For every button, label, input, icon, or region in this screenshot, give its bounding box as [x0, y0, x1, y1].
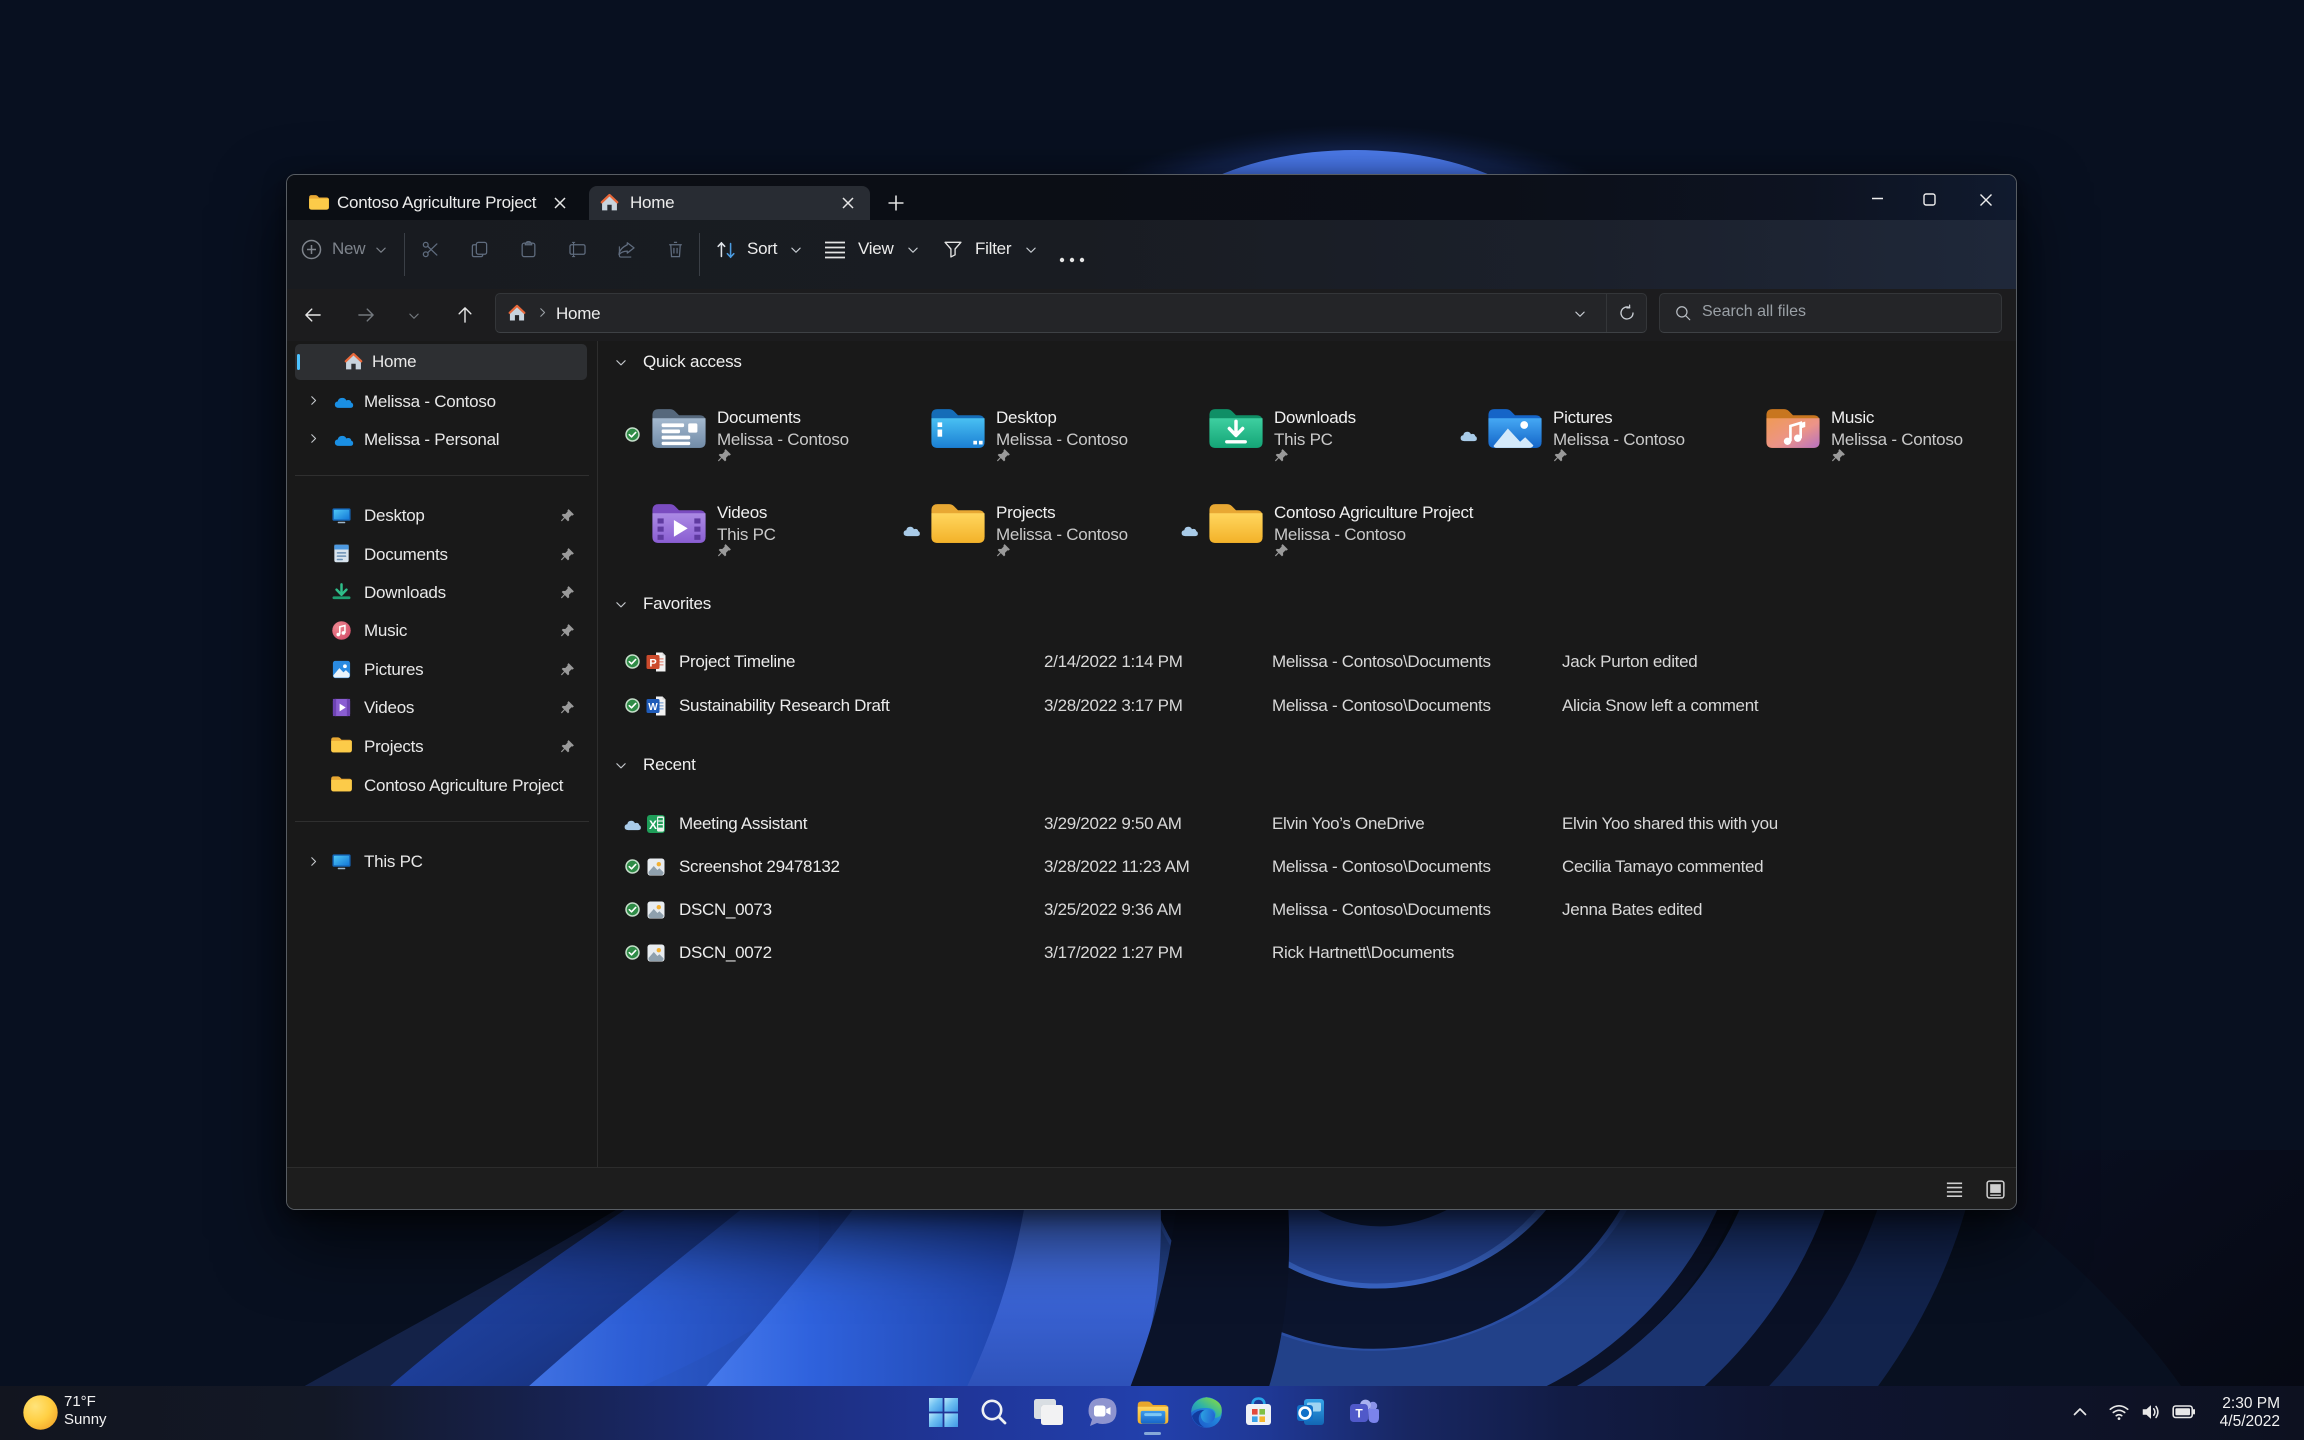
- svg-text:T: T: [1355, 1407, 1363, 1421]
